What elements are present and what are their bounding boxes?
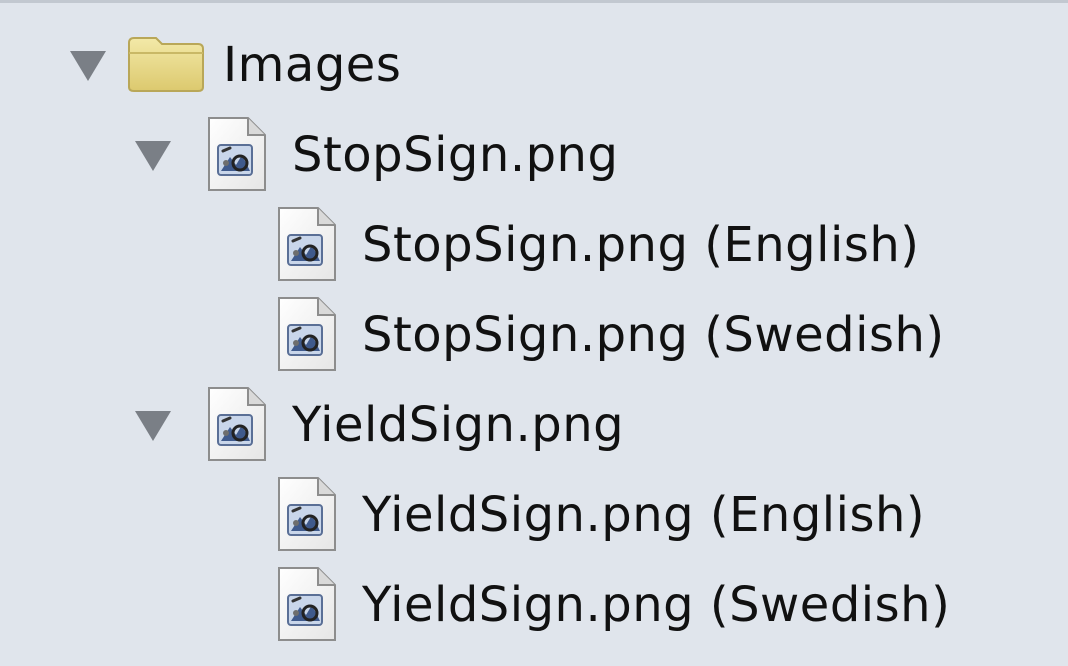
disclosure-triangle-icon[interactable] (70, 51, 106, 81)
image-file-icon (276, 565, 338, 643)
tree-item-label: YieldSign.png (292, 397, 625, 453)
file-tree: Images StopSign.png StopSign.png (Englis… (0, 0, 1068, 666)
image-file-icon (276, 295, 338, 373)
tree-row-stopsign-english[interactable]: StopSign.png (English) (0, 201, 1068, 291)
image-file-icon (206, 385, 268, 463)
tree-row-stopsign-swedish[interactable]: StopSign.png (Swedish) (0, 291, 1068, 381)
image-file-icon (206, 115, 268, 193)
tree-row-stopsign[interactable]: StopSign.png (0, 111, 1068, 201)
tree-row-yieldsign-swedish[interactable]: YieldSign.png (Swedish) (0, 561, 1068, 651)
tree-row-yieldsign-english[interactable]: YieldSign.png (English) (0, 471, 1068, 561)
folder-icon (126, 33, 206, 93)
tree-item-label: StopSign.png (292, 127, 619, 183)
tree-row-images[interactable]: Images (0, 23, 1068, 113)
disclosure-triangle-icon[interactable] (135, 411, 171, 441)
image-file-icon (276, 205, 338, 283)
image-file-icon (276, 475, 338, 553)
tree-item-label: StopSign.png (English) (362, 217, 920, 273)
tree-item-label: YieldSign.png (Swedish) (362, 577, 951, 633)
disclosure-triangle-icon[interactable] (135, 141, 171, 171)
tree-item-label: StopSign.png (Swedish) (362, 307, 945, 363)
tree-item-label: Images (223, 37, 402, 93)
tree-item-label: YieldSign.png (English) (362, 487, 926, 543)
tree-row-yieldsign[interactable]: YieldSign.png (0, 381, 1068, 471)
